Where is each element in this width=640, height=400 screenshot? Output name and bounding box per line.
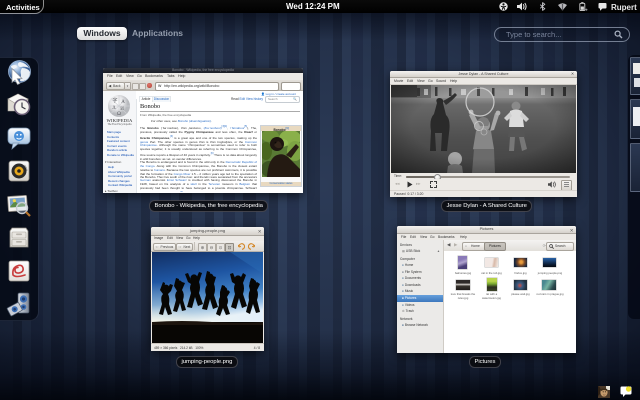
svg-text:Ω: Ω <box>117 112 121 117</box>
svg-text:A: A <box>121 100 125 105</box>
svg-text:字: 字 <box>112 97 117 104</box>
